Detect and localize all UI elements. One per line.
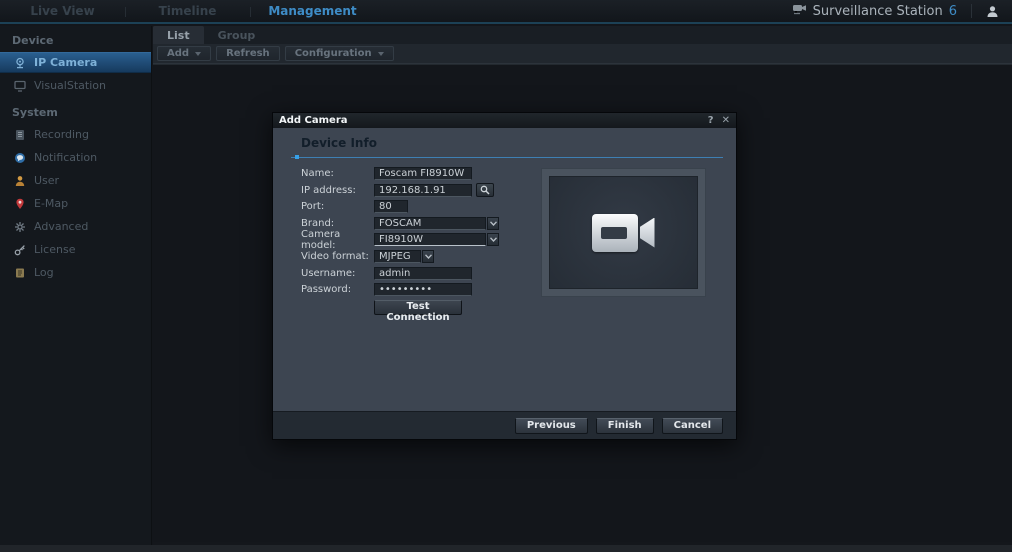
notification-icon bbox=[14, 152, 26, 164]
form-row-video-format: Video format: bbox=[301, 250, 499, 263]
sidebar-section-device: Device bbox=[0, 26, 151, 52]
sidebar: Device IP Camera VisualStation System bbox=[0, 26, 152, 545]
brand-select[interactable] bbox=[374, 217, 486, 230]
dialog-title: Add Camera bbox=[279, 115, 348, 126]
form-row-password: Password: bbox=[301, 283, 499, 296]
help-icon[interactable]: ? bbox=[708, 113, 714, 128]
brand-chevron-down-icon[interactable] bbox=[487, 217, 499, 230]
search-icon bbox=[480, 185, 490, 195]
camera-model-chevron-down-icon[interactable] bbox=[487, 233, 499, 246]
key-icon bbox=[14, 244, 26, 256]
password-label: Password: bbox=[301, 284, 374, 295]
form-row-port: Port: bbox=[301, 200, 499, 213]
tab-group[interactable]: Group bbox=[204, 26, 270, 44]
form-row-name: Name: bbox=[301, 167, 499, 180]
sidebar-item-visualstation[interactable]: VisualStation bbox=[0, 75, 151, 96]
ip-address-label: IP address: bbox=[301, 185, 374, 196]
port-input[interactable] bbox=[374, 200, 408, 213]
dialog-titlebar[interactable]: Add Camera ? ✕ bbox=[273, 113, 736, 128]
sidebar-item-label: Advanced bbox=[34, 220, 88, 233]
camera-preview bbox=[549, 176, 698, 289]
tab-bar: List Group bbox=[153, 26, 1012, 44]
toolbar: Add Refresh Configuration bbox=[153, 44, 1012, 64]
refresh-button-label: Refresh bbox=[226, 48, 270, 59]
log-icon bbox=[14, 267, 26, 279]
test-connection-button[interactable]: Test Connection bbox=[374, 300, 462, 315]
refresh-button[interactable]: Refresh bbox=[216, 46, 280, 61]
monitor-icon bbox=[14, 80, 26, 92]
password-input[interactable] bbox=[374, 283, 472, 296]
video-format-select[interactable] bbox=[374, 250, 421, 263]
previous-button[interactable]: Previous bbox=[515, 418, 588, 434]
username-input[interactable] bbox=[374, 267, 472, 280]
nav-management[interactable]: Management bbox=[250, 0, 375, 22]
sidebar-section-system: System bbox=[0, 98, 151, 124]
close-icon[interactable]: ✕ bbox=[722, 113, 730, 128]
camera-preview-frame bbox=[541, 168, 706, 297]
form-row-ip-address: IP address: bbox=[301, 184, 499, 197]
sidebar-item-log[interactable]: Log bbox=[0, 262, 151, 283]
map-pin-icon bbox=[14, 198, 26, 210]
device-info-form: Name: IP address: Port: Brand: bbox=[301, 167, 499, 324]
form-row-username: Username: bbox=[301, 267, 499, 280]
configuration-button[interactable]: Configuration bbox=[285, 46, 394, 61]
sidebar-item-user[interactable]: User bbox=[0, 170, 151, 191]
sidebar-item-notification[interactable]: Notification bbox=[0, 147, 151, 168]
user-icon bbox=[14, 175, 26, 187]
form-row-camera-model: Camera model: bbox=[301, 233, 499, 246]
add-button[interactable]: Add bbox=[157, 46, 211, 61]
dialog-footer: Previous Finish Cancel bbox=[273, 411, 736, 439]
chevron-down-icon bbox=[378, 52, 384, 56]
search-camera-button[interactable] bbox=[476, 183, 494, 197]
tab-list[interactable]: List bbox=[153, 26, 204, 44]
camera-model-select[interactable] bbox=[374, 233, 486, 246]
brand-version: 6 bbox=[949, 4, 957, 19]
sidebar-item-label: Notification bbox=[34, 151, 97, 164]
chevron-down-icon bbox=[195, 52, 201, 56]
sidebar-item-recording[interactable]: Recording bbox=[0, 124, 151, 145]
sidebar-item-label: E-Map bbox=[34, 197, 68, 210]
cancel-button[interactable]: Cancel bbox=[662, 418, 723, 434]
sidebar-item-label: IP Camera bbox=[34, 56, 97, 69]
sidebar-item-label: VisualStation bbox=[34, 79, 106, 92]
bottom-status-bar bbox=[0, 545, 1012, 552]
section-divider bbox=[291, 157, 723, 158]
video-format-chevron-down-icon[interactable] bbox=[422, 250, 434, 263]
video-camera-icon bbox=[592, 214, 656, 252]
dialog-body: Device Info Name: IP address: Port: bbox=[273, 128, 736, 411]
top-navigation: Live View Timeline Management Surveillan… bbox=[0, 0, 1012, 24]
video-format-label: Video format: bbox=[301, 251, 374, 262]
webcam-icon bbox=[14, 57, 26, 69]
sidebar-item-advanced[interactable]: Advanced bbox=[0, 216, 151, 237]
finish-button[interactable]: Finish bbox=[596, 418, 654, 434]
recording-icon bbox=[14, 129, 26, 141]
test-connection-row: Test Connection bbox=[374, 300, 499, 324]
sidebar-item-license[interactable]: License bbox=[0, 239, 151, 260]
user-menu-icon[interactable] bbox=[972, 0, 1012, 22]
gear-icon bbox=[14, 221, 26, 233]
add-camera-dialog: Add Camera ? ✕ Device Info Name: IP addr… bbox=[272, 112, 737, 440]
configuration-button-label: Configuration bbox=[295, 48, 372, 59]
name-input[interactable] bbox=[374, 167, 472, 180]
sidebar-item-label: Recording bbox=[34, 128, 89, 141]
nav-timeline[interactable]: Timeline bbox=[125, 0, 250, 22]
form-row-brand: Brand: bbox=[301, 217, 499, 230]
username-label: Username: bbox=[301, 268, 374, 279]
nav-live-view[interactable]: Live View bbox=[0, 0, 125, 22]
brand-label: Brand: bbox=[301, 218, 374, 229]
sidebar-item-label: Log bbox=[34, 266, 54, 279]
brand-title: Surveillance Station bbox=[813, 4, 943, 19]
surveillance-camera-icon bbox=[792, 3, 807, 19]
camera-model-label: Camera model: bbox=[301, 229, 374, 251]
section-title: Device Info bbox=[301, 136, 377, 150]
app-brand: Surveillance Station 6 bbox=[792, 3, 971, 19]
name-label: Name: bbox=[301, 168, 374, 179]
add-button-label: Add bbox=[167, 48, 189, 59]
sidebar-item-label: License bbox=[34, 243, 75, 256]
ip-address-input[interactable] bbox=[374, 184, 472, 197]
sidebar-item-ip-camera[interactable]: IP Camera bbox=[0, 52, 151, 73]
port-label: Port: bbox=[301, 201, 374, 212]
sidebar-item-label: User bbox=[34, 174, 59, 187]
sidebar-item-e-map[interactable]: E-Map bbox=[0, 193, 151, 214]
